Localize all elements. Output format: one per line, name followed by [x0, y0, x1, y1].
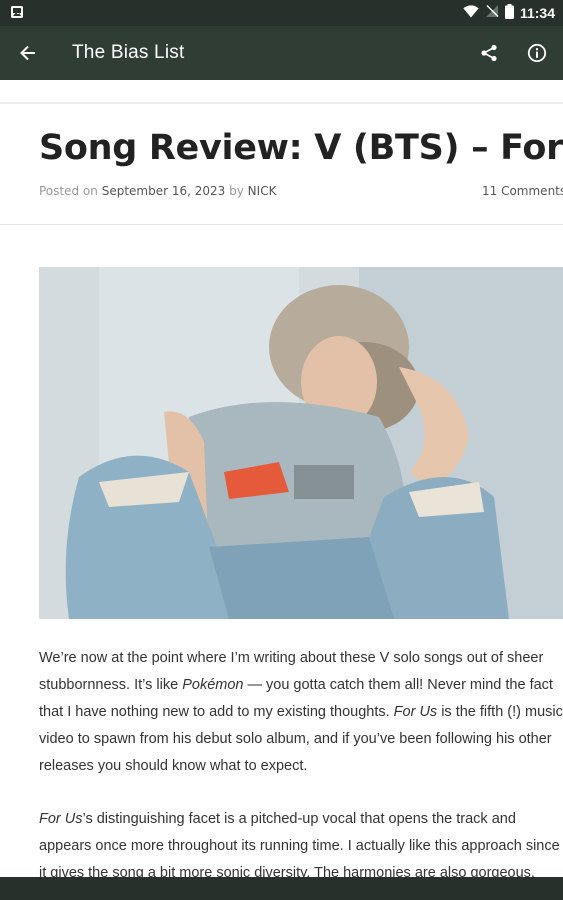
emphasis-text: For Us	[393, 704, 438, 720]
emphasis-text: Pokémon	[182, 677, 244, 693]
info-icon	[527, 43, 547, 63]
battery-icon	[504, 3, 514, 23]
posted-on-label: Posted on	[39, 184, 98, 198]
wifi-icon	[463, 4, 479, 22]
navigation-bar	[0, 877, 563, 900]
post-date-link[interactable]: September 16, 2023	[102, 184, 226, 198]
text-run: it gives the song a bit more sonic diver…	[39, 865, 535, 877]
post-meta: Posted on September 16, 2023 by NICK	[39, 184, 276, 198]
app-bar: The Bias List	[0, 26, 563, 80]
status-bar: 11:34	[0, 0, 563, 26]
back-button[interactable]	[0, 26, 56, 80]
share-button[interactable]	[465, 26, 513, 80]
comments-link[interactable]: 11 Comments	[482, 184, 563, 198]
share-icon	[481, 44, 497, 62]
text-run: ’s distinguishing facet is a pitched-up …	[82, 811, 516, 827]
app-title: The Bias List	[72, 42, 185, 63]
author-link[interactable]: NICK	[248, 184, 277, 198]
text-run: appears once more throughout its running…	[39, 838, 560, 854]
article-paragraph: We’re now at the point where I’m writing…	[39, 645, 563, 780]
clock: 11:34	[519, 5, 555, 21]
emphasis-text: For Us	[39, 811, 83, 827]
signal-off-icon	[485, 4, 499, 22]
text-run: is the fifth (!) music	[437, 704, 563, 720]
text-run: video to spawn from his debut solo album…	[39, 731, 552, 747]
text-run: stubbornness. It’s like	[39, 677, 183, 693]
web-content[interactable]: Song Review: V (BTS) – For Us Posted on …	[0, 80, 563, 877]
text-run: releases you should know what to expect.	[39, 758, 308, 774]
featured-image	[39, 267, 563, 619]
by-label: by	[229, 184, 244, 198]
text-run: that I have nothing new to add to my exi…	[39, 704, 394, 720]
divider	[0, 224, 563, 225]
text-run: — you gotta catch them all! Never mind t…	[243, 677, 553, 693]
notification-image-icon	[10, 4, 24, 23]
divider	[0, 102, 563, 104]
post-title: Song Review: V (BTS) – For Us	[39, 128, 563, 168]
info-button[interactable]	[513, 26, 561, 80]
arrow-back-icon	[20, 45, 35, 61]
article-paragraph: For Us’s distinguishing facet is a pitch…	[39, 806, 563, 877]
text-run: We’re now at the point where I’m writing…	[39, 650, 544, 666]
article-body: We’re now at the point where I’m writing…	[39, 645, 563, 877]
